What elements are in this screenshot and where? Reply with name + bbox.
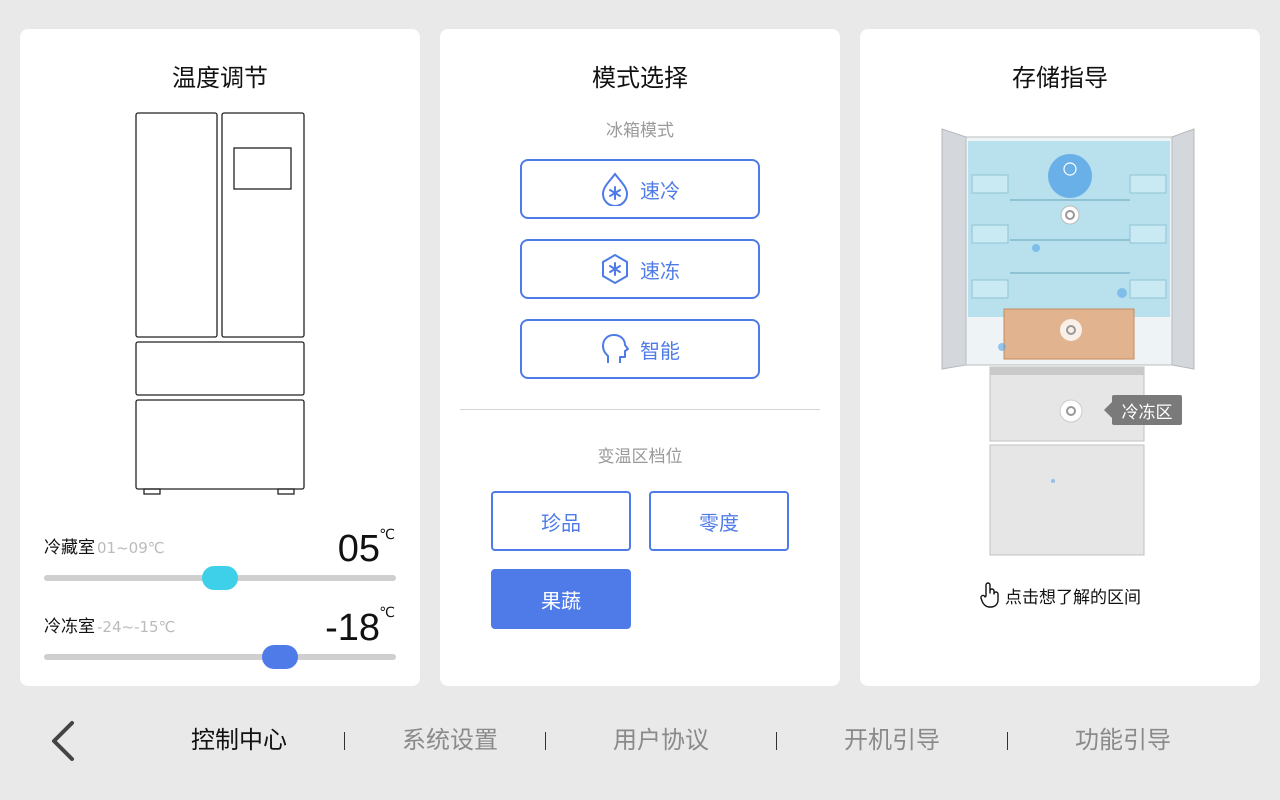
freezer-zone-unit: ℃: [379, 605, 395, 621]
gear-zero-degree-button[interactable]: 零度: [649, 491, 789, 551]
fridge-zone-range: 01~09℃: [97, 539, 165, 557]
fridge-outline-diagram: [135, 112, 305, 495]
storage-hint: 点击想了解的区间: [860, 582, 1260, 608]
fridge-mode-label: 冰箱模式: [606, 121, 674, 141]
chevron-left-icon[interactable]: [48, 720, 78, 762]
temperature-card: 温度调节 冷藏室 01~09℃ 05 ℃ 冷冻室 -24~-15℃ -18 ℃: [20, 29, 420, 686]
nav-feature-guide[interactable]: 功能引导: [1075, 722, 1171, 758]
freezer-slider-thumb[interactable]: [261, 645, 298, 669]
storage-hint-text: 点击想了解的区间: [1005, 587, 1141, 608]
nav-separator: [1007, 732, 1008, 750]
gear-treasure-button[interactable]: 珍品: [491, 491, 631, 551]
quick-freeze-button[interactable]: 速冻: [520, 239, 760, 299]
quick-freeze-label: 速冻: [640, 258, 680, 283]
mode-title: 模式选择: [592, 64, 688, 92]
fridge-zone-label: 冷藏室 01~09℃: [44, 533, 165, 558]
smart-mode-button[interactable]: 智能: [520, 319, 760, 379]
fridge-zone-name: 冷藏室: [44, 538, 95, 558]
fridge-temperature-slider[interactable]: [44, 566, 396, 590]
gear-treasure-label: 珍品: [541, 510, 581, 535]
nav-user-agreement[interactable]: 用户协议: [613, 722, 709, 758]
head-profile-icon: [602, 334, 629, 363]
nav-control-center[interactable]: 控制中心: [191, 722, 287, 758]
open-fridge-illustration: [941, 128, 1195, 556]
freezer-zone-temperature: -18: [325, 607, 380, 649]
storage-guide-card: 存储指导 冷冻区 点击想了解的区间: [860, 29, 1260, 686]
nav-separator: [545, 732, 546, 750]
snowflake-drop-icon: [601, 172, 629, 206]
nav-boot-guide[interactable]: 开机引导: [844, 722, 940, 758]
freezer-temperature-slider[interactable]: [44, 645, 396, 669]
fridge-zone-temperature: 05: [337, 528, 380, 570]
quick-cool-label: 速冷: [640, 178, 680, 203]
mode-card: 模式选择 冰箱模式 速冷 速冻 智能 变温区档位 珍品 零度 果蔬: [440, 29, 840, 686]
gear-fruit-vegetable-button[interactable]: 果蔬: [491, 569, 631, 629]
freezer-zone-tooltip[interactable]: 冷冻区: [1104, 395, 1182, 425]
gear-fruit-vegetable-label: 果蔬: [541, 588, 581, 613]
nav-separator: [776, 732, 777, 750]
variable-zone-label: 变温区档位: [597, 447, 683, 467]
fridge-slider-thumb[interactable]: [202, 566, 238, 590]
snowflake-hexagon-icon: [602, 253, 628, 285]
fridge-zone-unit: ℃: [379, 527, 395, 543]
quick-cool-button[interactable]: 速冷: [520, 159, 760, 219]
freezer-zone-name: 冷冻室: [44, 617, 95, 637]
hand-pointer-icon: [980, 582, 999, 608]
freezer-zone-label: 冷冻室 -24~-15℃: [44, 612, 175, 637]
freezer-zone-range: -24~-15℃: [97, 618, 176, 636]
section-divider: [460, 409, 820, 410]
gear-zero-degree-label: 零度: [699, 510, 739, 535]
temperature-title: 温度调节: [172, 64, 268, 92]
storage-title: 存储指导: [1012, 64, 1108, 92]
nav-system-settings[interactable]: 系统设置: [402, 722, 498, 758]
nav-separator: [344, 732, 345, 750]
smart-mode-label: 智能: [640, 338, 680, 363]
